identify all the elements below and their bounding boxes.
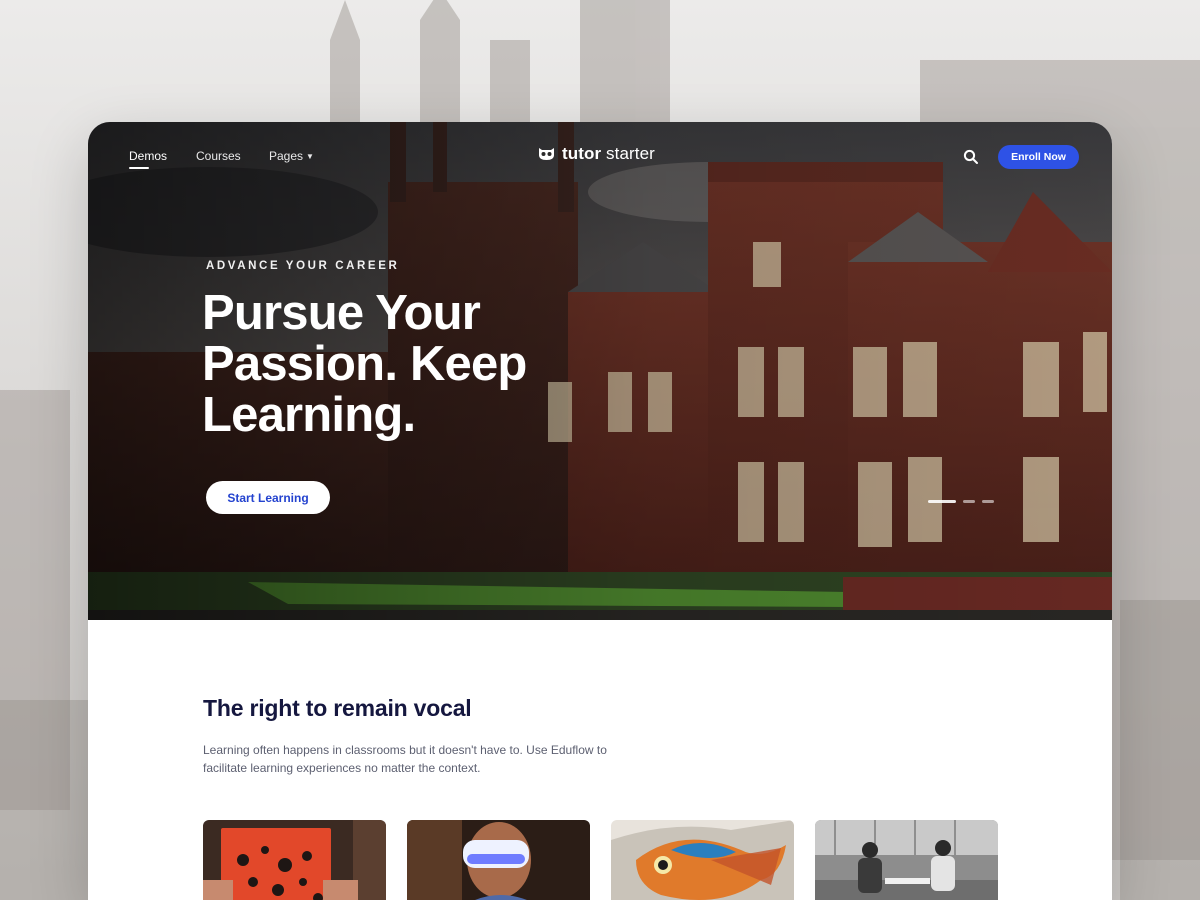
nav-item-label: Courses xyxy=(196,149,241,163)
chevron-down-icon: ▼ xyxy=(306,152,314,161)
section-description: Learning often happens in classrooms but… xyxy=(203,743,607,775)
site-logo[interactable]: tutor starter xyxy=(538,144,655,164)
slider-dot-2[interactable] xyxy=(963,500,975,503)
landing-page-card: Demos Courses Pages ▼ tutor starter Enro… xyxy=(88,122,1112,900)
top-navigation: Demos Courses Pages ▼ tutor starter Enro… xyxy=(88,122,1112,192)
logo-text: tutor starter xyxy=(562,144,655,163)
nav-item-demos[interactable]: Demos xyxy=(129,149,168,169)
nav-item-courses[interactable]: Courses xyxy=(196,149,241,163)
slider-pagination xyxy=(928,500,994,503)
search-icon[interactable] xyxy=(963,149,979,165)
card-thumbnail-book[interactable] xyxy=(203,820,386,900)
hero-headline: Pursue Your Passion. Keep Learning. xyxy=(202,286,527,442)
owl-icon xyxy=(539,148,554,160)
slider-dot-1[interactable] xyxy=(928,500,956,503)
fish-mural-image xyxy=(611,820,794,900)
hero-eyebrow: ADVANCE YOUR CAREER xyxy=(206,260,400,272)
nav-item-label: Pages xyxy=(269,149,304,163)
people-at-table-image xyxy=(815,820,998,900)
card-thumbnail-vr[interactable] xyxy=(407,820,590,900)
section-title: The right to remain vocal xyxy=(203,695,472,721)
nav-item-label: Demos xyxy=(129,149,168,163)
active-nav-indicator xyxy=(129,167,149,169)
card-thumbnail-people[interactable] xyxy=(815,820,998,900)
enroll-now-button[interactable]: Enroll Now xyxy=(998,145,1079,169)
slider-dot-3[interactable] xyxy=(982,500,994,503)
hero-section: Demos Courses Pages ▼ tutor starter Enro… xyxy=(88,122,1112,620)
card-thumbnail-fish[interactable] xyxy=(611,820,794,900)
orange-book-image xyxy=(203,820,386,900)
nav-item-pages[interactable]: Pages ▼ xyxy=(269,149,314,163)
vr-headset-image xyxy=(407,820,590,900)
card-list xyxy=(203,820,998,900)
start-learning-button[interactable]: Start Learning xyxy=(206,481,330,514)
